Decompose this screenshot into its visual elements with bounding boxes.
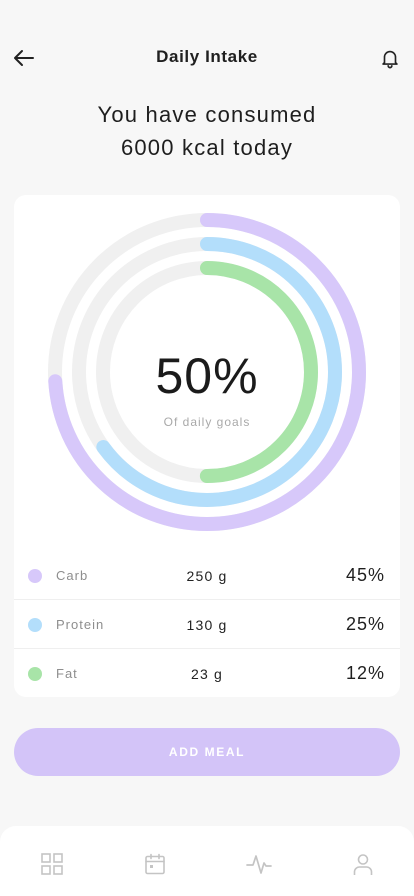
goal-label: Of daily goals — [163, 415, 251, 429]
bottom-navigation — [0, 826, 414, 896]
macro-amount: 250 g — [186, 568, 228, 584]
macro-amount: 23 g — [190, 666, 224, 682]
macro-name: Carb — [56, 568, 89, 583]
carb-color-dot — [28, 569, 42, 583]
user-icon — [353, 854, 373, 875]
nav-activity[interactable] — [239, 846, 279, 882]
nav-dashboard[interactable] — [32, 846, 72, 882]
headline-line-1: You have consumed — [97, 102, 317, 127]
macro-percent: 12% — [345, 663, 385, 683]
intake-card: 50% Of daily goals Carb 250 g 45% Protei… — [14, 195, 400, 697]
app-header: Daily Intake — [0, 38, 414, 78]
macro-amount: 130 g — [186, 617, 228, 633]
activity-icon — [246, 855, 272, 874]
add-meal-button[interactable]: ADD MEAL — [14, 728, 400, 776]
page-title: Daily Intake — [156, 47, 258, 66]
macro-row-fat: Fat 23 g 12% — [14, 649, 400, 697]
bell-icon — [382, 50, 398, 69]
daily-intake-screen: Daily Intake You have consumed 6000 kcal… — [0, 0, 414, 896]
macro-percent: 25% — [345, 614, 385, 634]
macro-name: Protein — [56, 617, 105, 632]
calendar-icon — [145, 853, 165, 875]
nav-profile[interactable] — [343, 846, 383, 882]
goal-percentage: 50% — [155, 348, 259, 404]
macro-name: Fat — [56, 666, 78, 681]
notifications-button[interactable] — [374, 40, 406, 76]
macro-percent: 45% — [345, 565, 385, 585]
grid-icon — [41, 853, 63, 875]
consumption-headline: You have consumed 6000 kcal today — [0, 98, 414, 164]
macro-row-protein: Protein 130 g 25% — [14, 600, 400, 649]
nav-calendar[interactable] — [135, 846, 175, 882]
headline-line-2: 6000 kcal today — [120, 135, 294, 160]
macro-row-carb: Carb 250 g 45% — [14, 551, 400, 600]
fat-color-dot — [28, 667, 42, 681]
progress-rings: 50% Of daily goals — [47, 209, 367, 534]
macro-list: Carb 250 g 45% Protein 130 g 25% Fat 23 … — [14, 551, 400, 697]
protein-color-dot — [28, 618, 42, 632]
